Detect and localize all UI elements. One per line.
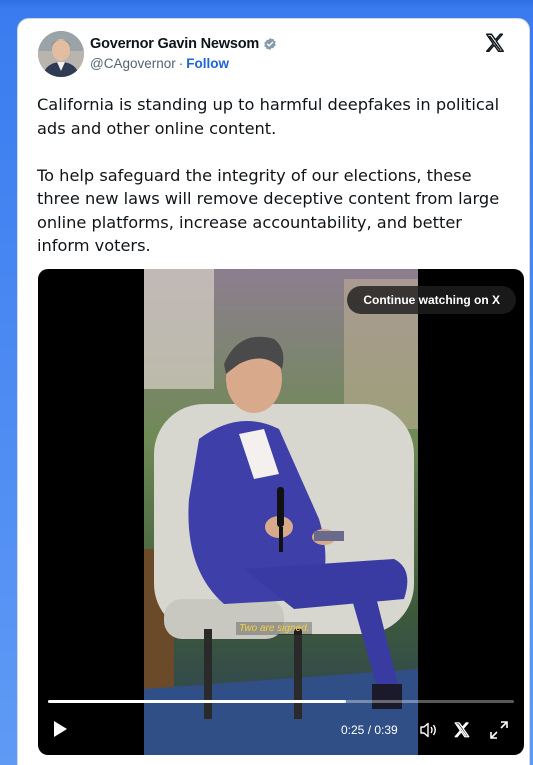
play-icon[interactable] — [52, 720, 68, 738]
video-progress-fill — [48, 700, 347, 703]
x-logo-icon[interactable] — [484, 32, 506, 54]
author-name-row: Governor Gavin Newsom — [90, 36, 277, 52]
continue-watching-button[interactable]: Continue watching on X — [347, 286, 516, 314]
video-frame — [144, 269, 418, 755]
volume-icon[interactable] — [420, 722, 438, 738]
tweet-card: Governor Gavin Newsom @CAgovernor · Foll… — [17, 18, 530, 765]
tweet-paragraph-2: To help safeguard the integrity of our e… — [37, 165, 500, 256]
avatar[interactable] — [38, 31, 84, 77]
x-logo-icon[interactable] — [453, 721, 471, 739]
fullscreen-icon[interactable] — [490, 721, 508, 739]
video-player[interactable]: Continue watching on X Two are signed. 0… — [38, 269, 524, 755]
video-subtitle: Two are signed. — [236, 622, 313, 635]
tweet-text: California is standing up to harmful dee… — [37, 93, 512, 281]
author-handle-row: @CAgovernor · Follow — [90, 56, 229, 71]
follow-link[interactable]: Follow — [186, 56, 229, 71]
video-time-display: 0:25 / 0:39 — [341, 723, 398, 737]
handle-separator: · — [178, 56, 184, 71]
verified-badge-icon — [264, 37, 276, 51]
avatar-image — [38, 31, 84, 77]
video-progress-bar[interactable] — [48, 700, 514, 703]
author-handle[interactable]: @CAgovernor — [90, 56, 176, 71]
tweet-header: Governor Gavin Newsom @CAgovernor · Foll… — [38, 31, 508, 79]
author-name[interactable]: Governor Gavin Newsom — [90, 36, 259, 52]
tweet-paragraph-1: California is standing up to harmful dee… — [37, 95, 500, 138]
